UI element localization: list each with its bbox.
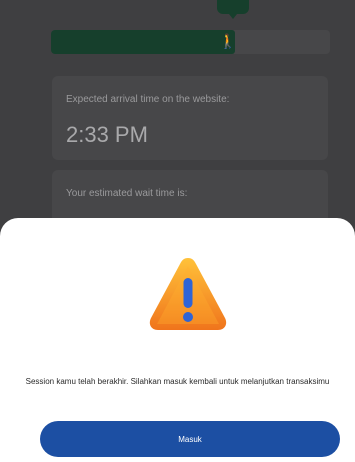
login-button[interactable]: Masuk bbox=[40, 421, 340, 457]
person-walking-icon: 🚶 bbox=[219, 34, 237, 50]
progress-marker bbox=[217, 0, 249, 19]
warning-icon bbox=[149, 258, 227, 330]
queue-progress-bar: 🚶 bbox=[51, 30, 330, 54]
arrival-time-label: Expected arrival time on the website: bbox=[66, 94, 230, 105]
session-expired-message: Session kamu telah berakhir. Silahkan ma… bbox=[25, 377, 330, 386]
queue-progress-fill bbox=[51, 30, 235, 54]
arrival-time-value: 2:33 PM bbox=[66, 122, 148, 147]
wait-time-label: Your estimated wait time is: bbox=[66, 188, 188, 199]
session-expired-sheet: Session kamu telah berakhir. Silahkan ma… bbox=[0, 218, 355, 462]
arrival-time-card: Expected arrival time on the website: 2:… bbox=[52, 76, 328, 160]
